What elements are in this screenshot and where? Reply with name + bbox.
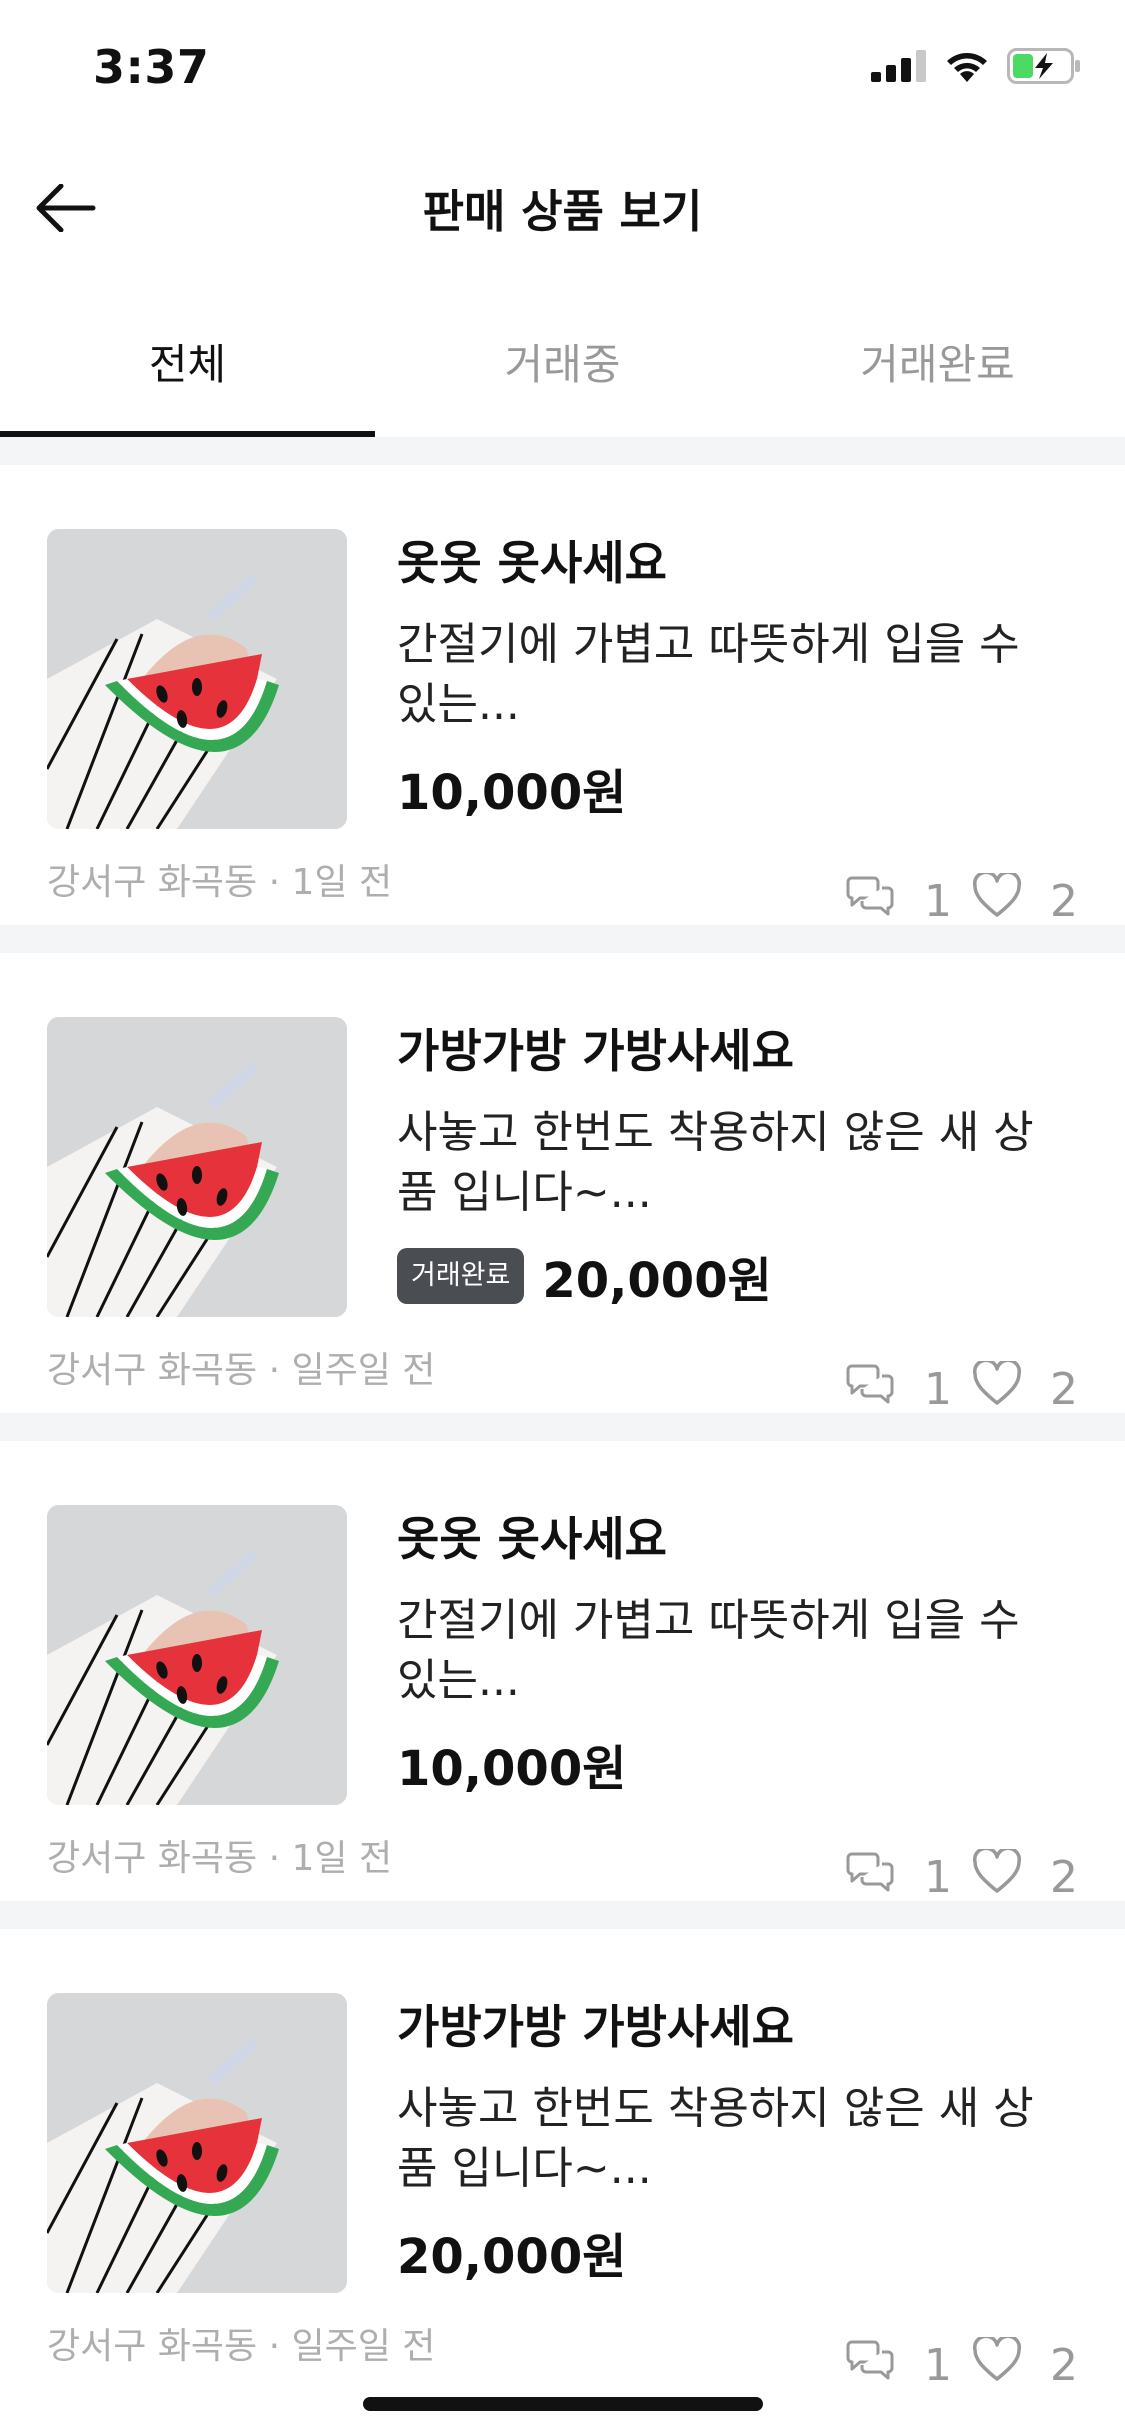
product-stats: 1 2 — [844, 1846, 1078, 1906]
product-title: 가방가방 가방사세요 — [397, 2000, 794, 2054]
cellular-signal-icon — [871, 50, 927, 86]
tab-completed[interactable]: 거래완료 — [750, 285, 1125, 437]
product-location-time: 강서구 화곡동 · 일주일 전 — [47, 1350, 436, 1391]
wifi-icon — [945, 49, 989, 87]
chat-count: 1 — [924, 2340, 952, 2391]
chat-bubbles-icon — [844, 2340, 896, 2391]
like-count: 2 — [1050, 876, 1078, 927]
home-indicator — [363, 2397, 763, 2411]
product-location-time: 강서구 화곡동 · 일주일 전 — [47, 2326, 436, 2367]
product-stats: 1 2 — [844, 2334, 1078, 2394]
tab-in-progress[interactable]: 거래중 — [375, 285, 750, 437]
chat-bubbles-icon — [844, 1364, 896, 1415]
product-stats: 1 2 — [844, 870, 1078, 930]
product-title: 옷옷 옷사세요 — [397, 1512, 667, 1566]
status-bar: 3:37 — [0, 0, 1125, 135]
heart-outline-icon[interactable] — [972, 2334, 1022, 2394]
price-row: 20,000원 — [397, 2217, 626, 2287]
price-row: 10,000원 — [397, 1729, 626, 1799]
list-separator — [0, 437, 1125, 465]
product-thumbnail[interactable] — [47, 1993, 347, 2293]
product-price: 10,000원 — [397, 1741, 627, 1797]
page-title: 판매 상품 보기 — [422, 185, 703, 238]
product-thumbnail[interactable] — [47, 1505, 347, 1805]
product-title: 가방가방 가방사세요 — [397, 1024, 794, 1078]
like-count: 2 — [1050, 1364, 1078, 1415]
product-location-time: 강서구 화곡동 · 1일 전 — [47, 1838, 393, 1879]
product-price: 20,000원 — [397, 2229, 627, 2285]
status-icons — [871, 48, 1083, 88]
product-price: 10,000원 — [397, 765, 627, 821]
status-time: 3:37 — [93, 40, 210, 94]
product-list: 옷옷 옷사세요 간절기에 가볍고 따뜻하게 입을 수 있는... 10,000원… — [0, 437, 1125, 2391]
tab-bar: 전체 거래중 거래완료 — [0, 285, 1125, 439]
product-description: 간절기에 가볍고 따뜻하게 입을 수 있는... — [397, 619, 1020, 730]
product-description: 사놓고 한번도 착용하지 않은 새 상품 입니다~... — [397, 2083, 1034, 2194]
product-thumbnail[interactable] — [47, 529, 347, 829]
product-price: 20,000원 — [542, 1253, 772, 1309]
product-description: 간절기에 가볍고 따뜻하게 입을 수 있는... — [397, 1595, 1020, 1706]
product-item[interactable]: 가방가방 가방사세요 사놓고 한번도 착용하지 않은 새 상품 입니다~... … — [0, 1929, 1125, 2391]
heart-outline-icon[interactable] — [972, 1846, 1022, 1906]
price-row: 거래완료 20,000원 — [397, 1241, 772, 1311]
chat-count: 1 — [924, 1852, 952, 1903]
like-count: 2 — [1050, 2340, 1078, 2391]
header: 판매 상품 보기 — [0, 135, 1125, 285]
product-title: 옷옷 옷사세요 — [397, 536, 667, 590]
chat-count: 1 — [924, 876, 952, 927]
product-location-time: 강서구 화곡동 · 1일 전 — [47, 862, 393, 903]
heart-outline-icon[interactable] — [972, 1358, 1022, 1418]
product-item[interactable]: 옷옷 옷사세요 간절기에 가볍고 따뜻하게 입을 수 있는... 10,000원… — [0, 1441, 1125, 1903]
status-badge: 거래완료 — [397, 1248, 525, 1304]
like-count: 2 — [1050, 1852, 1078, 1903]
chat-count: 1 — [924, 1364, 952, 1415]
product-description: 사놓고 한번도 착용하지 않은 새 상품 입니다~... — [397, 1107, 1034, 1218]
tab-all[interactable]: 전체 — [0, 285, 375, 437]
battery-charging-icon — [1007, 48, 1083, 88]
chat-bubbles-icon — [844, 1852, 896, 1903]
price-row: 10,000원 — [397, 753, 626, 823]
product-item[interactable]: 가방가방 가방사세요 사놓고 한번도 착용하지 않은 새 상품 입니다~... … — [0, 953, 1125, 1415]
heart-outline-icon[interactable] — [972, 870, 1022, 930]
product-thumbnail[interactable] — [47, 1017, 347, 1317]
product-stats: 1 2 — [844, 1358, 1078, 1418]
product-item[interactable]: 옷옷 옷사세요 간절기에 가볍고 따뜻하게 입을 수 있는... 10,000원… — [0, 465, 1125, 927]
chat-bubbles-icon — [844, 876, 896, 927]
